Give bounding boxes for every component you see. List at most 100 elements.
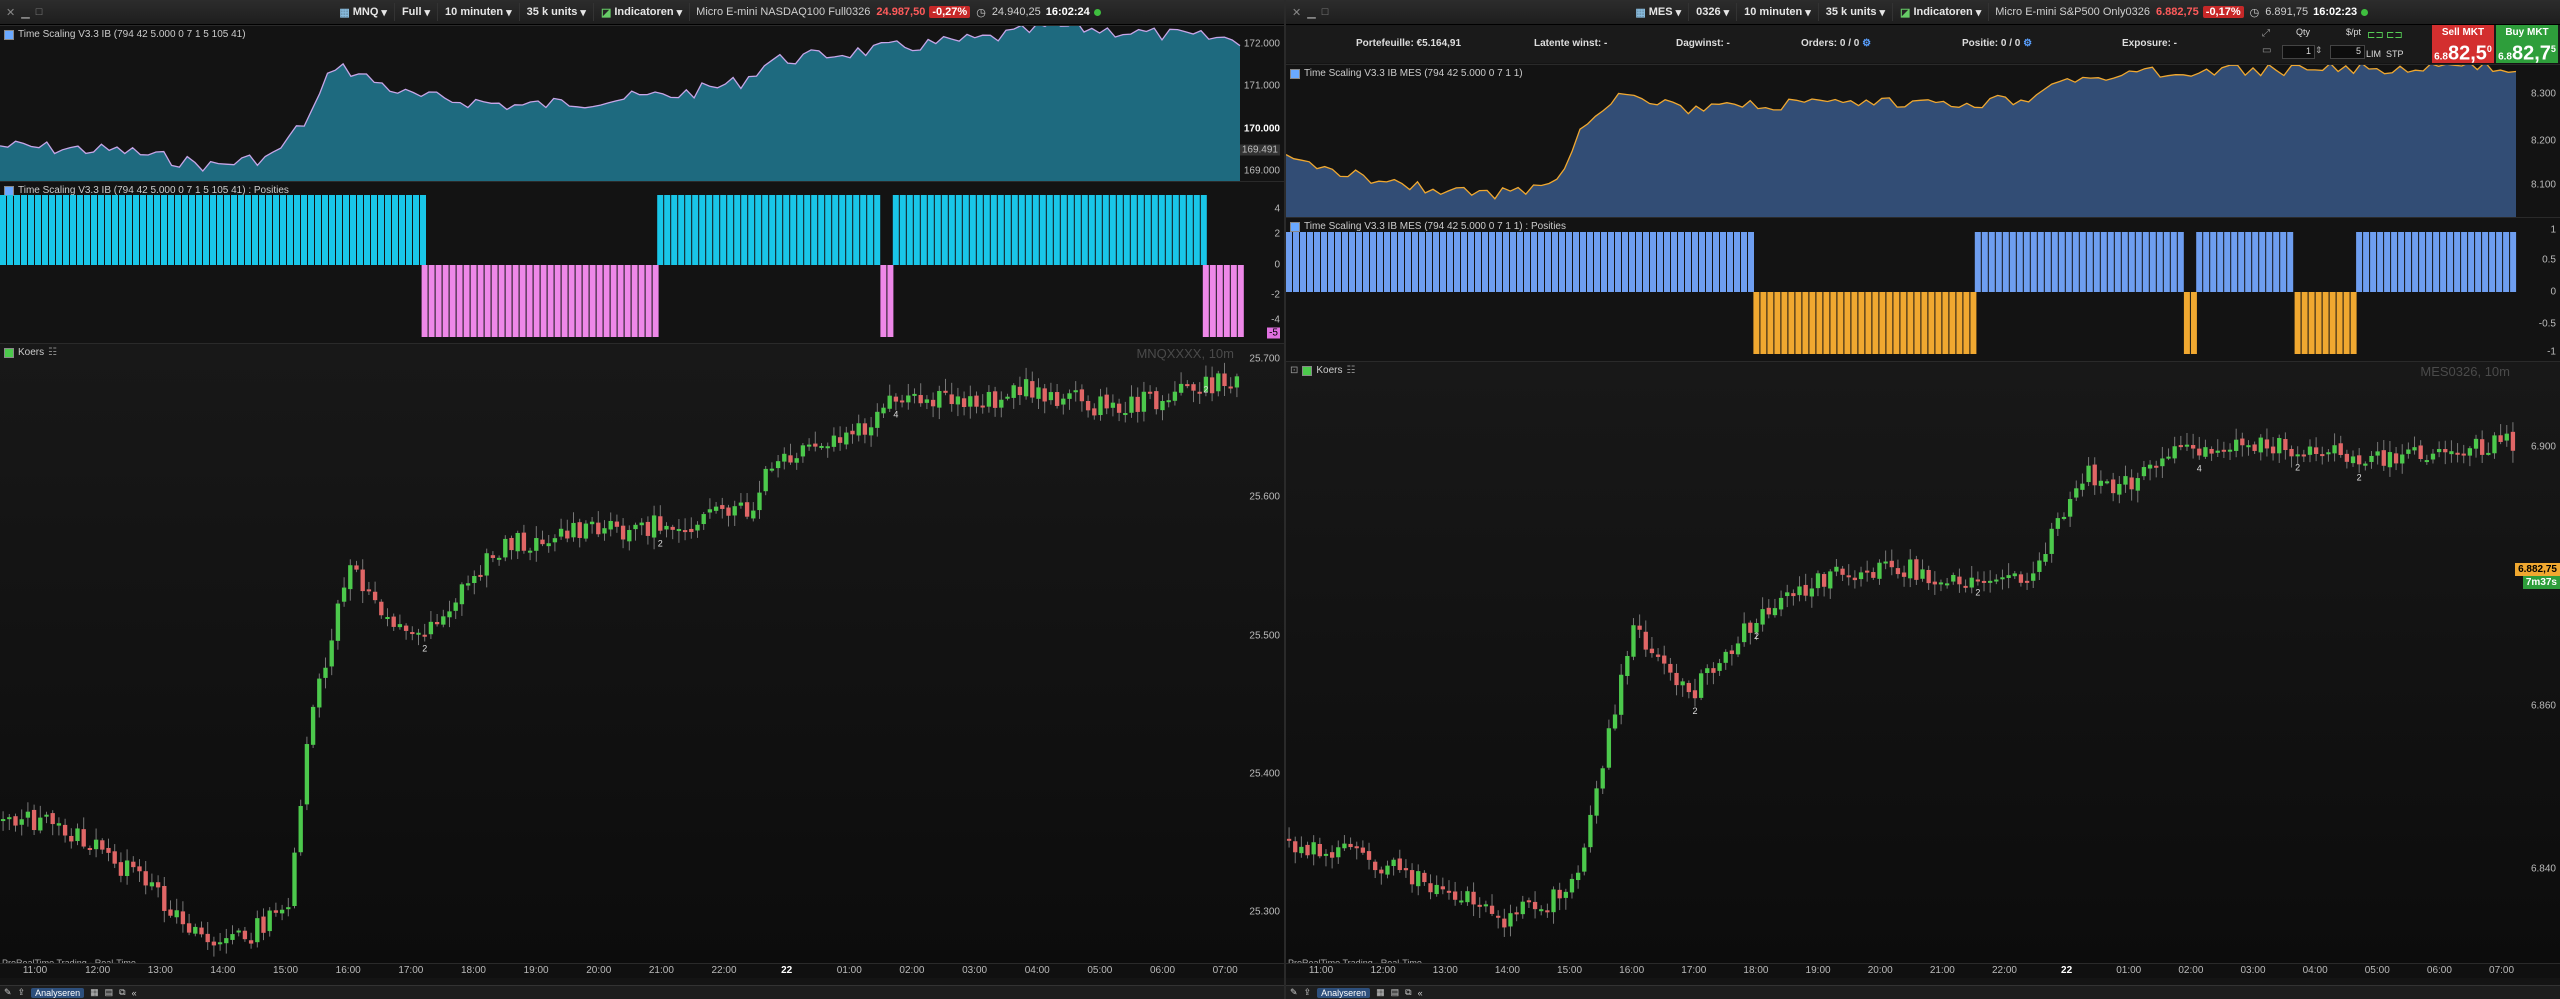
window-controls[interactable]: ✕ ▁ □: [6, 6, 42, 19]
candle-body: [602, 528, 607, 534]
window-controls[interactable]: ✕ ▁ □: [1292, 6, 1328, 19]
position-bar-short: [2343, 292, 2350, 354]
position-bar-long: [1158, 195, 1165, 265]
prev-icon[interactable]: «: [1418, 988, 1423, 998]
order-ticket-icon[interactable]: ▭: [2262, 45, 2271, 56]
stp-icon[interactable]: ⊏⊐: [2386, 30, 2403, 41]
position-bar-short: [1767, 292, 1774, 354]
candle-body: [1197, 391, 1202, 394]
minimize-icon[interactable]: ▁: [21, 6, 29, 19]
layout-icon[interactable]: ▦: [1376, 987, 1385, 998]
position-bar-long: [1629, 232, 1635, 292]
indicator-pane-2[interactable]: Time Scaling V3.3 IB (794 42 5.000 0 7 1…: [0, 181, 1284, 344]
position-bar-short: [1216, 265, 1223, 337]
buy-market-button[interactable]: Buy MKT 6.882,75: [2496, 25, 2558, 65]
pt-input[interactable]: 5: [2330, 45, 2365, 59]
grid-icon[interactable]: ▤: [105, 987, 114, 998]
timeframe-selector[interactable]: 10 minuten ▾: [438, 3, 520, 21]
position-bar-short: [554, 265, 561, 337]
prev-icon[interactable]: «: [132, 988, 137, 998]
candle-body: [782, 453, 787, 462]
price-pane[interactable]: ⊡ Koers ☷ MES0326, 10m 222422 6.900 6.860 …: [1286, 361, 2560, 972]
analyse-button[interactable]: Analyseren: [31, 987, 85, 998]
candle-body: [2209, 448, 2214, 454]
x-tick: 03:00: [2240, 965, 2266, 976]
share-icon[interactable]: ⇪: [1304, 987, 1312, 998]
indicator-1-y-axis[interactable]: 8.300 8.200 8.100: [2516, 65, 2560, 218]
indicator-pane-1[interactable]: Time Scaling V3.3 IB MES (794 42 5.000 0…: [1286, 64, 2560, 218]
timeframe-selector[interactable]: 10 minuten ▾: [1737, 3, 1819, 21]
candle-body: [1846, 575, 1851, 578]
close-icon[interactable]: ✕: [1292, 6, 1301, 19]
symbol-selector[interactable]: ▦ MES ▾: [1628, 3, 1690, 21]
grid-icon[interactable]: ▤: [1391, 987, 1400, 998]
indicator-pane-2[interactable]: Time Scaling V3.3 IB MES (794 42 5.000 0…: [1286, 217, 2560, 362]
candle-body: [1539, 909, 1544, 912]
indicator-pane-1[interactable]: Time Scaling V3.3 IB (794 42 5.000 0 7 1…: [0, 25, 1284, 182]
indicator-2-y-axis[interactable]: 1 0.5 0 -0.5 -1: [2516, 218, 2560, 362]
qty-input[interactable]: 1: [2282, 45, 2315, 59]
candle-body: [2381, 450, 2386, 466]
candle-body: [707, 509, 713, 513]
candle-body: [2350, 456, 2356, 464]
position-bar-long: [934, 195, 941, 265]
position-bar-long: [2398, 232, 2405, 292]
position: Positie: 0 / 0 ⚙: [1962, 38, 2032, 49]
candle-body: [881, 407, 886, 414]
copy-icon[interactable]: ⧉: [119, 987, 125, 998]
position-icon[interactable]: ⚙: [2023, 38, 2032, 49]
units-selector[interactable]: 35 k units ▾: [520, 3, 594, 21]
maximize-icon[interactable]: □: [1322, 6, 1329, 19]
position-bar-long: [2196, 232, 2203, 292]
candle-body: [224, 938, 229, 944]
trading-info-bar: Portefeuille: €5.164,91 Latente winst: -…: [1286, 25, 2560, 65]
candle-body: [1323, 853, 1329, 856]
price-pane[interactable]: Koers ☷ MNQXXXX, 10m 2242 25.700 25.600 2…: [0, 343, 1284, 972]
draw-icon[interactable]: ✎: [1290, 987, 1298, 998]
candle-body: [248, 940, 254, 944]
position-bar-long: [1335, 232, 1341, 292]
qty-stepper-icon[interactable]: ⇕: [2315, 45, 2323, 56]
sell-market-button[interactable]: Sell MKT 6.882,50: [2432, 25, 2494, 65]
position-bar-long: [182, 195, 188, 265]
units-selector[interactable]: 35 k units ▾: [1819, 3, 1894, 21]
draw-icon[interactable]: ✎: [4, 987, 12, 998]
indicator-1-y-axis[interactable]: 172.000 171.000 170.000 169.491 169.000: [1239, 26, 1284, 182]
candle-body: [1379, 869, 1384, 874]
share-icon[interactable]: ⇪: [18, 987, 26, 998]
x-tick: 01:00: [2116, 965, 2142, 976]
layout-icon[interactable]: ▦: [90, 987, 99, 998]
symbol-selector[interactable]: ▦ MNQ ▾: [332, 3, 395, 21]
minimize-icon[interactable]: ▁: [1307, 6, 1315, 19]
position-bar-long: [1461, 232, 1467, 292]
time-axis[interactable]: 11:00 12:00 13:00 14:00 15:00 16:00 17:00 18:00…: [0, 963, 1284, 978]
sell-price-prefix: 6.8: [2434, 51, 2448, 63]
lim-icon[interactable]: ⊏⊐: [2367, 30, 2384, 41]
indicators-button[interactable]: ◪ Indicatoren ▾: [1893, 3, 1990, 21]
close-icon[interactable]: ✕: [6, 6, 15, 19]
pt-label: $/pt: [2346, 27, 2362, 37]
copy-icon[interactable]: ⧉: [1405, 987, 1411, 998]
maximize-icon[interactable]: □: [36, 6, 43, 19]
time-axis[interactable]: 11:00 12:00 13:00 14:00 15:00 16:00 17:00 18:00…: [1286, 963, 2560, 978]
indicators-button[interactable]: ◪ Indicatoren ▾: [594, 3, 691, 21]
indicator-2-y-axis[interactable]: 4 2 0 -2 -4 -5: [1240, 182, 1284, 344]
candle-body: [2393, 453, 2399, 464]
range-selector[interactable]: Full ▾: [395, 3, 439, 21]
range-selector[interactable]: 0326 ▾: [1689, 3, 1738, 21]
x-tick: 17:00: [1681, 965, 1707, 976]
position-bar-long: [2259, 232, 2266, 292]
pin-icon[interactable]: ⤢: [2262, 28, 2270, 39]
price-y-axis[interactable]: 25.700 25.600 25.500 25.400 25.300: [1240, 344, 1284, 972]
lim-button[interactable]: LIM: [2366, 49, 2381, 59]
analyse-button[interactable]: Analyseren: [1317, 987, 1371, 998]
stp-button[interactable]: STP: [2386, 49, 2404, 59]
candle-body: [546, 543, 551, 547]
candle-body: [1360, 847, 1366, 853]
price-y-axis[interactable]: 6.900 6.860 6.840 6.882,75 7m37s: [2515, 362, 2560, 972]
y-tick: 172.000: [1243, 38, 1280, 50]
position-bar-long: [2238, 232, 2245, 292]
position-bar-short: [1781, 292, 1788, 354]
position-bar-long: [1412, 232, 1418, 292]
orders-icon[interactable]: ⚙: [1862, 38, 1871, 49]
